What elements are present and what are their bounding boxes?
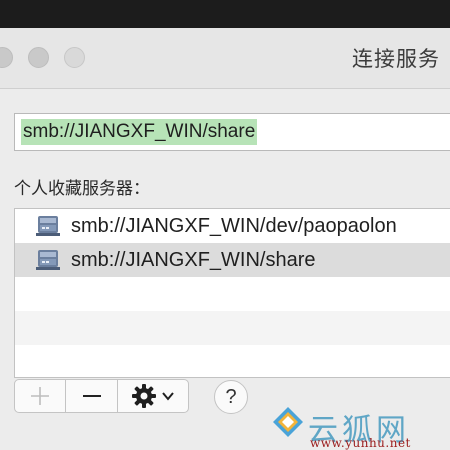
minimize-window-button[interactable]	[28, 47, 49, 68]
plus-icon	[31, 387, 50, 405]
favorite-server-row[interactable]: smb://JIANGXF_WIN/dev/paopaolon	[15, 209, 450, 243]
network-drive-icon	[36, 216, 60, 236]
minus-icon	[82, 395, 101, 397]
menu-bar	[0, 0, 450, 28]
zoom-window-button[interactable]	[64, 47, 85, 68]
window-title: 连接服务	[352, 47, 440, 71]
chevron-down-icon	[162, 392, 174, 401]
favorites-button-group	[14, 379, 189, 413]
add-favorite-button[interactable]	[15, 380, 67, 412]
network-drive-icon	[36, 250, 60, 270]
remove-favorite-button[interactable]	[66, 380, 118, 412]
help-button[interactable]: ?	[214, 380, 248, 414]
actions-menu-button[interactable]	[118, 380, 188, 412]
empty-list-row	[15, 277, 450, 311]
favorite-server-label: smb://JIANGXF_WIN/dev/paopaolon	[71, 215, 397, 237]
server-address-input[interactable]: smb://JIANGXF_WIN/share	[14, 113, 450, 151]
server-address-value[interactable]: smb://JIANGXF_WIN/share	[21, 119, 258, 145]
title-bar: 连接服务	[0, 28, 450, 89]
favorite-server-label: smb://JIANGXF_WIN/share	[71, 249, 316, 271]
favorite-servers-label: 个人收藏服务器：	[14, 179, 150, 199]
watermark-url: www.yunhu.net	[310, 436, 411, 450]
gear-icon	[131, 384, 156, 408]
empty-list-row	[15, 311, 450, 345]
connect-to-server-window: 连接服务 smb://JIANGXF_WIN/share 个人收藏服务器： sm…	[0, 28, 450, 450]
favorite-server-row-selected[interactable]: smb://JIANGXF_WIN/share	[15, 243, 450, 277]
yunhu-logo-icon	[273, 407, 303, 437]
empty-list-row	[15, 345, 450, 377]
close-window-button[interactable]	[0, 47, 13, 68]
favorite-servers-list[interactable]: smb://JIANGXF_WIN/dev/paopaolon smb://JI…	[14, 208, 450, 378]
